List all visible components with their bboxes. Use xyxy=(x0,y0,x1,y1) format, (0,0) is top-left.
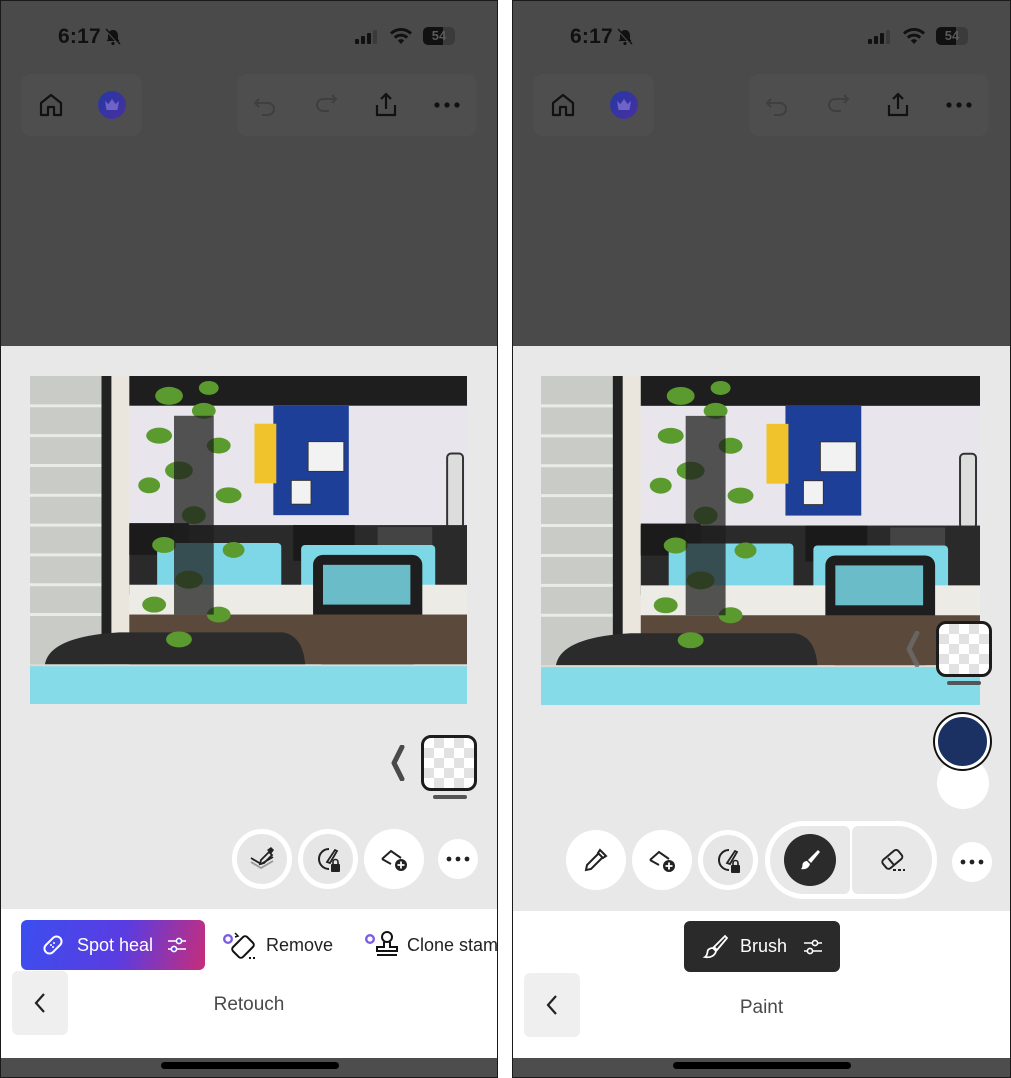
layer-indicator xyxy=(947,681,981,685)
layer-indicator xyxy=(433,795,467,799)
locked-mask-brush-icon xyxy=(718,849,740,873)
redo-icon xyxy=(316,94,338,112)
mask-brush-locked-button[interactable] xyxy=(698,830,758,890)
battery-level: 54 xyxy=(431,28,447,43)
retouch-screen: 6:17 54 Spot heal Remove Clone stamp Ret… xyxy=(0,0,498,1078)
add-selection-button[interactable] xyxy=(364,829,424,889)
panel-title: Paint xyxy=(739,997,784,1018)
silent-bell-icon xyxy=(617,28,633,46)
silent-bell-icon xyxy=(105,28,121,46)
brush-mode-button[interactable] xyxy=(770,826,850,894)
undo-button[interactable] xyxy=(245,85,285,125)
share-icon xyxy=(887,92,909,117)
top-bar-left-group xyxy=(533,74,654,136)
cellular-signal-icon xyxy=(355,30,377,44)
sample-layers-button[interactable] xyxy=(232,829,292,889)
more-icon xyxy=(434,102,460,108)
redo-button[interactable] xyxy=(818,85,858,125)
paint-screen: 6:17 54 Brush Paint xyxy=(512,0,1011,1078)
redo-icon xyxy=(828,94,850,112)
settings-sliders-icon[interactable] xyxy=(167,936,187,954)
tool-label: Brush xyxy=(740,936,788,956)
eraser-sparkle-icon xyxy=(223,932,257,959)
top-bar-left-group xyxy=(21,74,142,136)
mask-brush-locked-button[interactable] xyxy=(298,829,358,889)
cellular-signal-icon xyxy=(868,30,890,44)
add-selection-button[interactable] xyxy=(632,830,692,890)
share-icon xyxy=(375,92,397,117)
brush-icon xyxy=(702,934,729,958)
layer-thumbnail[interactable] xyxy=(421,735,477,791)
premium-button[interactable] xyxy=(92,85,132,125)
more-options-button[interactable] xyxy=(427,85,467,125)
office-photo xyxy=(30,376,467,704)
undo-icon xyxy=(253,98,275,116)
more-icon xyxy=(960,859,984,865)
tool-spot-heal[interactable]: Spot heal xyxy=(21,920,205,970)
photo-canvas[interactable] xyxy=(30,376,467,704)
layer-thumbnail[interactable] xyxy=(936,621,992,677)
home-indicator[interactable] xyxy=(673,1062,851,1069)
top-bar-right-group xyxy=(749,74,989,136)
active-tool-brush[interactable]: Brush xyxy=(684,921,840,972)
eraser-icon xyxy=(881,848,905,871)
home-icon xyxy=(39,93,63,117)
home-indicator[interactable] xyxy=(161,1062,339,1069)
battery-level: 54 xyxy=(944,28,960,43)
settings-sliders-icon[interactable] xyxy=(803,938,823,956)
brush-icon xyxy=(801,850,820,870)
more-icon xyxy=(446,856,470,862)
home-button[interactable] xyxy=(31,85,71,125)
wifi-icon xyxy=(390,27,412,44)
undo-icon xyxy=(765,98,787,116)
status-time: 6:17 xyxy=(58,25,101,48)
tool-remove[interactable]: Remove xyxy=(221,920,333,970)
stamp-icon xyxy=(365,931,398,956)
status-time: 6:17 xyxy=(570,25,613,48)
battery-indicator: 54 xyxy=(423,27,455,45)
add-selection-icon xyxy=(381,849,407,871)
bandage-icon xyxy=(43,935,63,955)
top-bar-right-group xyxy=(237,74,477,136)
layer-panel-expand-icon[interactable] xyxy=(906,631,920,667)
primary-color-swatch[interactable] xyxy=(935,714,990,769)
paint-mode-toggle xyxy=(765,821,937,899)
locked-mask-brush-icon xyxy=(318,848,340,872)
add-selection-icon xyxy=(649,850,675,872)
home-button[interactable] xyxy=(543,85,583,125)
share-button[interactable] xyxy=(878,85,918,125)
share-button[interactable] xyxy=(366,85,406,125)
more-icon xyxy=(946,102,972,108)
home-icon xyxy=(551,93,575,117)
undo-button[interactable] xyxy=(757,85,797,125)
premium-crown-icon xyxy=(98,91,126,119)
layer-panel-expand-icon[interactable] xyxy=(391,745,405,781)
redo-button[interactable] xyxy=(306,85,346,125)
status-bar: 6:17 54 xyxy=(513,21,1010,55)
tool-label: Spot heal xyxy=(77,934,154,955)
tool-label: Remove xyxy=(266,934,334,955)
eraser-mode-button[interactable] xyxy=(852,826,932,894)
panel-title: Retouch xyxy=(213,994,285,1015)
tool-label: Clone stamp xyxy=(407,934,498,955)
tool-clone-stamp[interactable]: Clone stamp xyxy=(363,920,498,970)
eyedropper-icon xyxy=(584,848,608,872)
battery-indicator: 54 xyxy=(936,27,968,45)
premium-crown-icon xyxy=(610,91,638,119)
wifi-icon xyxy=(903,27,925,44)
tool-more-button[interactable] xyxy=(952,842,992,882)
premium-button[interactable] xyxy=(604,85,644,125)
status-bar: 6:17 54 xyxy=(1,21,497,55)
more-options-button[interactable] xyxy=(939,85,979,125)
eyedropper-button[interactable] xyxy=(566,830,626,890)
layer-sample-icon xyxy=(250,847,274,870)
tool-more-button[interactable] xyxy=(438,839,478,879)
